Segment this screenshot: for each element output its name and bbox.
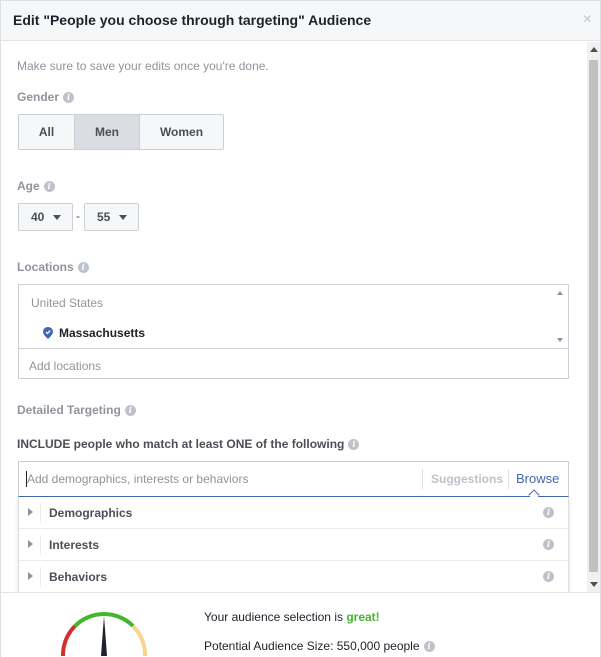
age-label: Age	[17, 179, 40, 193]
selection-value: great!	[346, 610, 380, 624]
gender-men-button[interactable]: Men	[75, 115, 140, 149]
edit-audience-dialog: Edit "People you choose through targetin…	[0, 0, 601, 657]
locations-label: Locations	[17, 260, 74, 274]
triangle-right-icon	[28, 508, 33, 516]
gender-women-button[interactable]: Women	[140, 115, 223, 149]
location-country: United States	[31, 296, 104, 310]
locations-label-row: Locations i	[17, 260, 89, 274]
location-scroll-down-icon[interactable]	[557, 338, 563, 342]
gender-selector: All Men Women	[18, 114, 224, 150]
row-divider	[40, 567, 41, 587]
audience-selection-status: Your audience selection is great!	[204, 610, 380, 624]
include-label: INCLUDE people who match at least ONE of…	[17, 437, 345, 451]
include-label-row: INCLUDE people who match at least ONE of…	[17, 437, 360, 451]
locations-box: United States Massachusetts Add location…	[18, 284, 569, 379]
browse-category-list: Demographics i Interests i Behaviors i	[18, 497, 569, 593]
selection-prefix: Your audience selection is	[204, 610, 343, 624]
age-max-select[interactable]: 55	[84, 203, 139, 231]
location-pin-icon	[43, 327, 53, 339]
info-icon[interactable]: i	[348, 439, 360, 451]
info-icon[interactable]: i	[543, 571, 554, 582]
browse-row-label: Behaviors	[49, 570, 108, 584]
scroll-up-arrow-icon[interactable]	[590, 47, 598, 52]
triangle-right-icon	[28, 540, 33, 548]
chevron-down-icon	[53, 215, 61, 220]
age-max-value: 55	[97, 210, 111, 224]
age-min-value: 40	[31, 210, 45, 224]
info-icon[interactable]: i	[63, 92, 75, 104]
audience-footer: Your audience selection is great! Potent…	[1, 592, 600, 657]
search-placeholder: Add demographics, interests or behaviors	[27, 472, 249, 486]
info-icon[interactable]: i	[543, 507, 554, 518]
browse-row-demographics[interactable]: Demographics i	[19, 497, 568, 529]
location-scroll-up-icon[interactable]	[557, 291, 563, 295]
info-icon[interactable]: i	[43, 181, 55, 193]
browse-row-interests[interactable]: Interests i	[19, 529, 568, 561]
location-item-label: Massachusetts	[59, 326, 146, 340]
triangle-right-icon	[28, 572, 33, 580]
potential-label: Potential Audience Size: 550,000 people	[204, 639, 420, 653]
dialog-scrollbar[interactable]	[587, 42, 600, 592]
age-separator: -	[76, 209, 80, 223]
dialog-header: Edit "People you choose through targetin…	[1, 1, 600, 41]
locations-list[interactable]: United States Massachusetts	[19, 285, 568, 349]
gender-label-row: Gender i	[17, 90, 75, 104]
browse-row-label: Demographics	[49, 506, 133, 520]
browse-row-label: Interests	[49, 538, 100, 552]
info-icon[interactable]: i	[423, 641, 435, 653]
detailed-targeting-search[interactable]: Add demographics, interests or behaviors…	[18, 461, 569, 501]
age-label-row: Age i	[17, 179, 55, 193]
gauge-icon	[60, 612, 148, 657]
gender-label: Gender	[17, 90, 60, 104]
info-icon[interactable]: i	[543, 539, 554, 550]
suggestions-button[interactable]: Suggestions	[422, 469, 503, 489]
browse-row-behaviors[interactable]: Behaviors i	[19, 561, 568, 593]
scroll-thumb[interactable]	[589, 60, 598, 572]
dialog-title: Edit "People you choose through targetin…	[13, 12, 372, 28]
detailed-targeting-label-row: Detailed Targeting i	[17, 403, 136, 417]
add-locations-input[interactable]: Add locations	[29, 359, 101, 373]
detailed-targeting-label: Detailed Targeting	[17, 403, 121, 417]
close-icon[interactable]: ×	[583, 11, 592, 29]
browse-button[interactable]: Browse	[508, 469, 559, 489]
potential-audience-size: Potential Audience Size: 550,000 people i	[204, 639, 435, 653]
save-note: Make sure to save your edits once you're…	[17, 59, 269, 73]
row-divider	[40, 535, 41, 555]
chevron-down-icon	[119, 215, 127, 220]
scroll-down-arrow-icon[interactable]	[590, 582, 598, 587]
row-divider	[40, 503, 41, 523]
gender-all-button[interactable]: All	[19, 115, 75, 149]
location-item[interactable]: Massachusetts	[43, 326, 145, 340]
age-min-select[interactable]: 40	[18, 203, 73, 231]
info-icon[interactable]: i	[124, 405, 136, 417]
info-icon[interactable]: i	[77, 262, 89, 274]
